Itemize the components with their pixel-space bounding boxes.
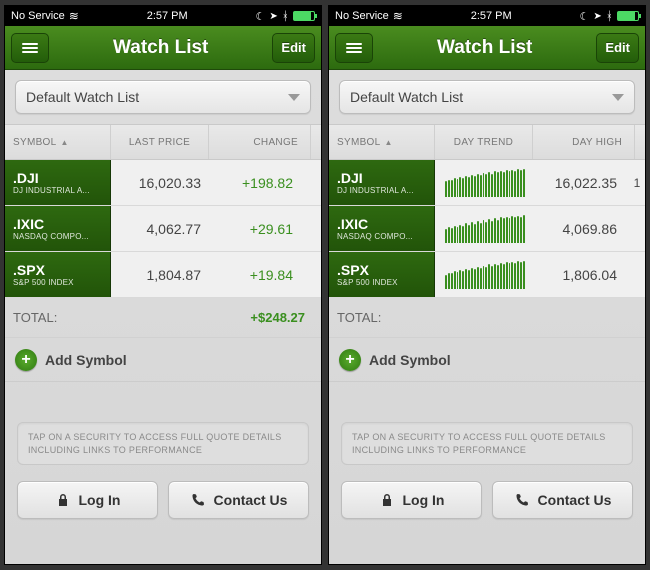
contact-button[interactable]: Contact Us (492, 481, 633, 519)
moon-icon (256, 10, 266, 23)
change-cell: +19.84 (209, 252, 305, 297)
menu-button[interactable] (335, 33, 373, 63)
carrier-label: No Service (335, 10, 389, 22)
lock-icon (379, 493, 395, 507)
clock: 2:57 PM (471, 10, 512, 22)
header-more[interactable] (635, 125, 645, 159)
sparkline (445, 261, 525, 289)
login-button[interactable]: Log In (17, 481, 158, 519)
total-label: TOTAL: (5, 298, 111, 337)
phone-icon (514, 493, 530, 507)
symbol-cell: .SPX S&P 500 INDEX (329, 252, 435, 297)
wifi-icon (69, 9, 79, 23)
phone-icon (190, 493, 206, 507)
sparkline (445, 215, 525, 243)
chevron-down-icon (288, 94, 300, 101)
header-symbol[interactable]: SYMBOL (5, 125, 111, 159)
nav-bar: Watch List Edit (329, 26, 645, 70)
sparkline (445, 169, 525, 197)
table-row[interactable]: .DJI DJ INDUSTRIAL A... 16,022.35 1 (329, 160, 645, 206)
day-high-cell: 4,069.86 (533, 206, 629, 251)
add-symbol-button[interactable]: + Add Symbol (5, 338, 321, 382)
header-change[interactable]: CHANGE (209, 125, 311, 159)
plus-icon: + (339, 349, 361, 371)
total-value: +$248.27 (209, 298, 321, 337)
last-price-cell: 16,020.33 (111, 160, 209, 205)
change-cell: +198.82 (209, 160, 305, 205)
header-more[interactable] (311, 125, 321, 159)
edit-button[interactable]: Edit (596, 33, 639, 63)
last-price-cell: 1,804.87 (111, 252, 209, 297)
wifi-icon (393, 9, 403, 23)
phone-left: No Service 2:57 PM Watch List Edit Defau… (4, 5, 322, 565)
edit-button[interactable]: Edit (272, 33, 315, 63)
sparkline-cell (435, 160, 533, 205)
header-day-trend[interactable]: DAY TREND (435, 125, 533, 159)
menu-button[interactable] (11, 33, 49, 63)
table-header: SYMBOL DAY TREND DAY HIGH (329, 124, 645, 160)
dropdown-label: Default Watch List (26, 89, 139, 105)
hint-box: TAP ON A SECURITY TO ACCESS FULL QUOTE D… (341, 422, 633, 465)
page-title: Watch List (113, 37, 208, 59)
day-high-cell: 1,806.04 (533, 252, 629, 297)
sparkline-cell (435, 206, 533, 251)
header-last-price[interactable]: LAST PRICE (111, 125, 209, 159)
chevron-down-icon (612, 94, 624, 101)
total-row: TOTAL: +$248.27 (5, 298, 321, 338)
lock-icon (55, 493, 71, 507)
contact-label: Contact Us (538, 492, 612, 508)
dropdown-label: Default Watch List (350, 89, 463, 105)
table-header: SYMBOL LAST PRICE CHANGE (5, 124, 321, 160)
bottom-buttons: Log In Contact Us (5, 475, 321, 531)
carrier-label: No Service (11, 10, 65, 22)
login-label: Log In (403, 492, 445, 508)
header-symbol[interactable]: SYMBOL (329, 125, 435, 159)
table-row[interactable]: .SPX S&P 500 INDEX 1,804.87 +19.84 (5, 252, 321, 298)
login-label: Log In (79, 492, 121, 508)
clock: 2:57 PM (147, 10, 188, 22)
symbol-cell: .SPX S&P 500 INDEX (5, 252, 111, 297)
last-price-cell: 4,062.77 (111, 206, 209, 251)
total-row: TOTAL: (329, 298, 645, 338)
bluetooth-icon (606, 9, 613, 23)
phone-right: No Service 2:57 PM Watch List Edit Defau… (328, 5, 646, 565)
add-symbol-button[interactable]: + Add Symbol (329, 338, 645, 382)
sparkline-cell (435, 252, 533, 297)
page-title: Watch List (437, 37, 532, 59)
plus-icon: + (15, 349, 37, 371)
contact-button[interactable]: Contact Us (168, 481, 309, 519)
add-symbol-label: Add Symbol (45, 352, 127, 368)
hint-box: TAP ON A SECURITY TO ACCESS FULL QUOTE D… (17, 422, 309, 465)
battery-icon (293, 11, 315, 21)
table-row[interactable]: .IXIC NASDAQ COMPO... 4,069.86 (329, 206, 645, 252)
login-button[interactable]: Log In (341, 481, 482, 519)
total-label: TOTAL: (329, 298, 435, 337)
table-row[interactable]: .SPX S&P 500 INDEX 1,806.04 (329, 252, 645, 298)
status-bar: No Service 2:57 PM (5, 6, 321, 26)
bluetooth-icon (282, 9, 289, 23)
day-high-cell: 16,022.35 (533, 160, 629, 205)
location-icon (269, 10, 277, 22)
watchlist-dropdown[interactable]: Default Watch List (15, 80, 311, 114)
table-row[interactable]: .DJI DJ INDUSTRIAL A... 16,020.33 +198.8… (5, 160, 321, 206)
watchlist-dropdown[interactable]: Default Watch List (339, 80, 635, 114)
contact-label: Contact Us (214, 492, 288, 508)
table-row[interactable]: .IXIC NASDAQ COMPO... 4,062.77 +29.61 (5, 206, 321, 252)
header-day-high[interactable]: DAY HIGH (533, 125, 635, 159)
peek-cell: 1 (629, 160, 645, 205)
bottom-buttons: Log In Contact Us (329, 475, 645, 531)
symbol-cell: .IXIC NASDAQ COMPO... (329, 206, 435, 251)
status-bar: No Service 2:57 PM (329, 6, 645, 26)
symbol-cell: .IXIC NASDAQ COMPO... (5, 206, 111, 251)
change-cell: +29.61 (209, 206, 305, 251)
symbol-cell: .DJI DJ INDUSTRIAL A... (5, 160, 111, 205)
nav-bar: Watch List Edit (5, 26, 321, 70)
moon-icon (580, 10, 590, 23)
battery-icon (617, 11, 639, 21)
add-symbol-label: Add Symbol (369, 352, 451, 368)
location-icon (593, 10, 601, 22)
symbol-cell: .DJI DJ INDUSTRIAL A... (329, 160, 435, 205)
